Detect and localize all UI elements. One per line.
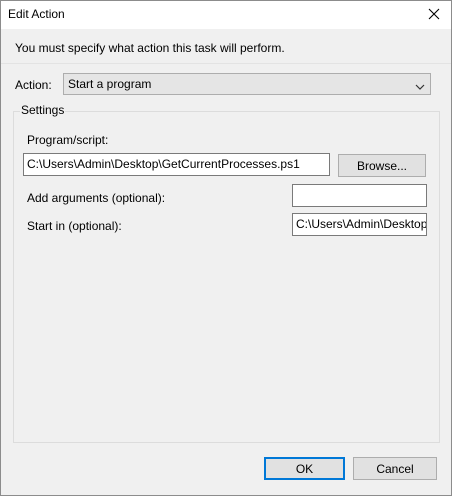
program-script-label: Program/script: [27, 133, 109, 147]
action-selected-value: Start a program [68, 77, 152, 91]
add-arguments-label: Add arguments (optional): [27, 191, 166, 205]
add-arguments-input[interactable] [292, 184, 427, 207]
action-dropdown[interactable]: Start a program [63, 73, 431, 95]
instruction-text: You must specify what action this task w… [15, 41, 285, 55]
start-in-label: Start in (optional): [27, 219, 122, 233]
action-label: Action: [15, 78, 52, 92]
program-script-input[interactable]: C:\Users\Admin\Desktop\GetCurrentProcess… [23, 153, 330, 176]
settings-legend: Settings [20, 103, 66, 117]
header-divider [1, 63, 451, 64]
window-title: Edit Action [8, 7, 65, 21]
chevron-down-icon [415, 80, 425, 94]
title-bar: Edit Action [1, 1, 451, 29]
browse-button[interactable]: Browse... [338, 154, 426, 177]
start-in-input[interactable]: C:\Users\Admin\Desktop [292, 213, 427, 236]
close-button[interactable] [417, 1, 451, 29]
cancel-button[interactable]: Cancel [353, 457, 437, 480]
close-icon [428, 8, 440, 23]
edit-action-dialog: Edit Action You must specify what action… [0, 0, 452, 496]
ok-button[interactable]: OK [264, 457, 345, 480]
